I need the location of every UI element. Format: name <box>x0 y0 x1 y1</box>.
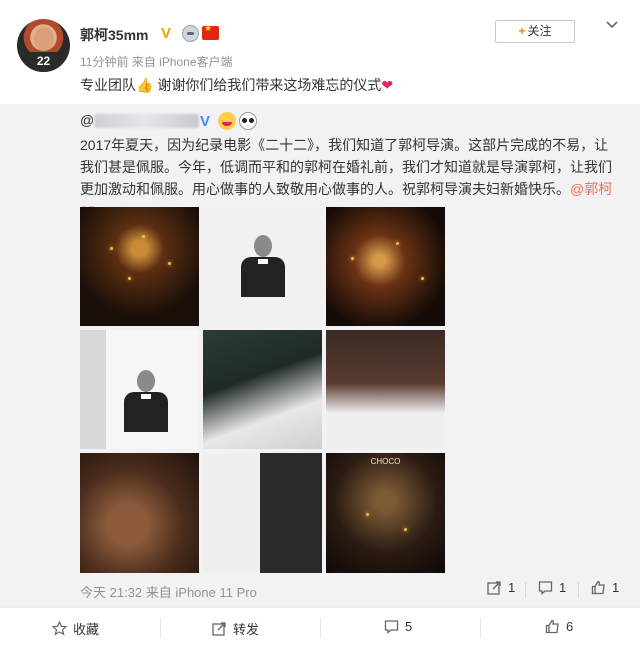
plus-icon: + <box>518 24 526 38</box>
comment-button[interactable]: 5 <box>384 619 412 634</box>
divider <box>480 618 481 638</box>
thumbs-up-icon <box>591 580 605 595</box>
repost-comment-button[interactable]: 1 <box>538 580 566 595</box>
repost-like-button[interactable]: 1 <box>591 580 619 595</box>
divider <box>525 582 526 598</box>
avatar-jersey-number: 22 <box>25 52 62 72</box>
repost-like-count: 1 <box>612 580 620 595</box>
follow-button[interactable]: + 关注 <box>495 20 575 43</box>
follow-label: 关注 <box>527 24 552 38</box>
divider <box>578 582 579 598</box>
china-flag-icon <box>202 24 219 40</box>
like-button[interactable]: 6 <box>545 619 573 634</box>
repost-share-button[interactable]: 1 <box>487 580 515 595</box>
verified-blue-icon: V <box>200 113 211 130</box>
chevron-down-icon[interactable] <box>605 18 619 32</box>
divider <box>160 618 161 638</box>
repost-share-count: 1 <box>508 580 516 595</box>
post-time[interactable]: 11分钟前 <box>80 55 128 69</box>
repost-footer-meta: 今天 21:32 来自 iPhone 11 Pro <box>80 582 257 601</box>
original-body: 2017年夏天，因为纪录电影《二十二》，我们知道了郭柯导演。这部片完成的不易，让… <box>80 137 612 197</box>
post-header: 22 郭柯35mm V 11分钟前 来自 iPhone客户端 +关注 专业团队👍… <box>0 0 640 104</box>
repost-comment-count: 1 <box>559 580 567 595</box>
share-icon <box>212 622 226 636</box>
at-symbol: @ <box>80 112 95 128</box>
thumbs-up-icon <box>545 619 559 634</box>
repost-source: 来自 iPhone 11 Pro <box>145 585 257 600</box>
robot-badge-icon <box>182 25 199 42</box>
photo-8[interactable] <box>203 453 322 573</box>
avatar-head <box>34 27 54 51</box>
action-bar: 收藏 转发 5 6 <box>0 607 640 645</box>
photo-6[interactable] <box>326 330 445 449</box>
photo-4[interactable] <box>80 330 199 449</box>
photo-3[interactable] <box>326 207 445 326</box>
comment-icon <box>384 620 399 634</box>
divider <box>320 618 321 638</box>
repost-label: 转发 <box>233 622 260 637</box>
post-source: 来自 iPhone客户端 <box>131 55 233 69</box>
favorite-button[interactable]: 收藏 <box>52 619 99 638</box>
post-meta: 11分钟前 来自 iPhone客户端 <box>80 53 233 70</box>
avatar[interactable]: 22 <box>17 19 70 72</box>
venue-caption: CHOCO <box>370 457 401 466</box>
panda-emoji-icon <box>239 112 257 130</box>
share-icon <box>487 581 501 595</box>
reposted-content: @ V 2017年夏天，因为纪录电影《二十二》，我们知道了郭柯导演。这部片完成的… <box>0 104 640 607</box>
repost-button[interactable]: 转发 <box>212 619 259 638</box>
photo-7[interactable] <box>80 453 199 573</box>
verified-gold-icon: V <box>161 25 172 42</box>
like-count: 6 <box>566 619 574 634</box>
comment-count: 5 <box>405 619 413 634</box>
repost-time[interactable]: 今天 21:32 <box>80 585 142 600</box>
groom-portrait <box>122 370 170 432</box>
favorite-label: 收藏 <box>73 622 100 637</box>
author-name[interactable]: 郭柯35mm <box>80 25 148 45</box>
groom-portrait <box>239 235 287 297</box>
photo-2[interactable] <box>203 207 322 326</box>
star-icon <box>52 621 67 636</box>
post-text: 专业团队👍 谢谢你们给我们带来这场难忘的仪式❤ <box>80 75 393 95</box>
photo-9[interactable]: CHOCO <box>326 453 445 573</box>
post-body: 专业团队👍 谢谢你们给我们带来这场难忘的仪式 <box>80 77 382 93</box>
comment-icon <box>538 581 553 595</box>
blurred-username <box>94 114 200 129</box>
photo-1[interactable] <box>80 207 199 326</box>
photo-5[interactable] <box>203 330 322 449</box>
photo-grid: CHOCO <box>80 207 445 573</box>
heart-emoji: ❤ <box>381 77 394 93</box>
face-emoji-icon <box>218 112 236 130</box>
original-author[interactable]: @ <box>80 112 200 129</box>
